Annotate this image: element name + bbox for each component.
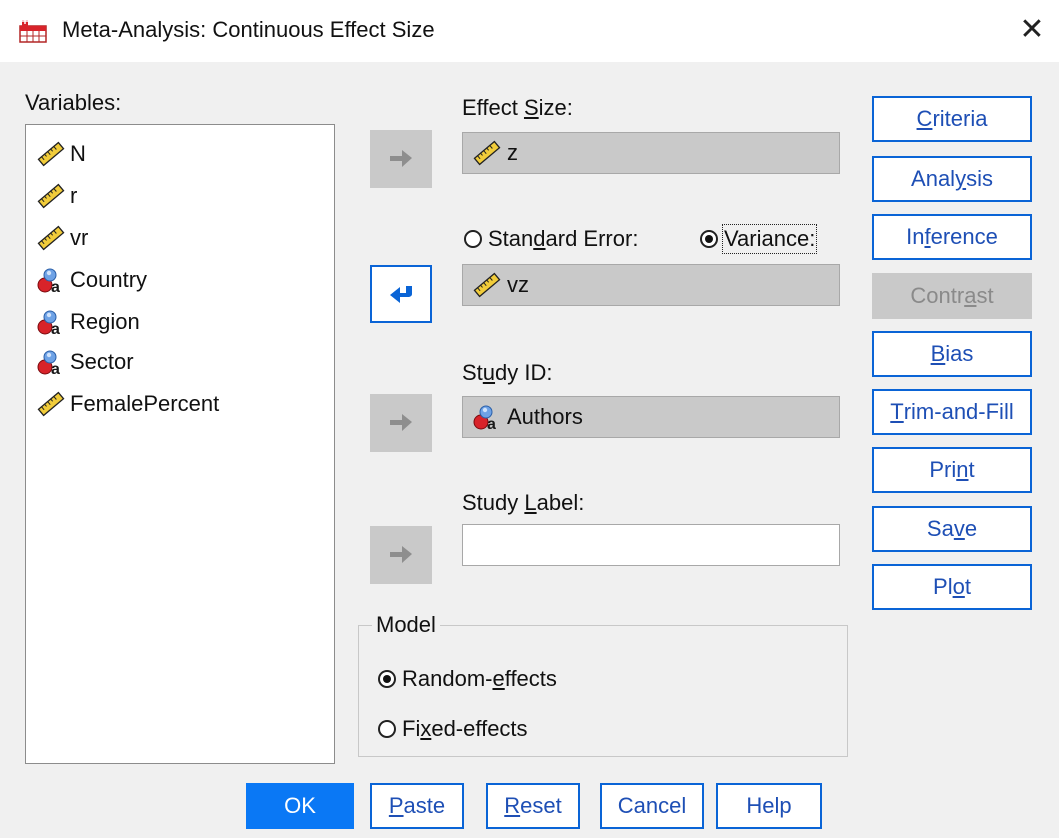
list-item[interactable]: vr xyxy=(36,223,88,253)
variables-label: Variables: xyxy=(25,90,122,115)
move-back-variance-button[interactable] xyxy=(370,265,432,323)
study-label-label: Study Label: xyxy=(462,490,585,515)
variance-value: vz xyxy=(507,272,529,297)
arrow-right-icon xyxy=(386,411,416,435)
list-item[interactable]: Sector xyxy=(36,347,134,377)
bias-button[interactable]: Bias xyxy=(872,331,1032,377)
variable-name: r xyxy=(70,183,78,208)
spss-dialog-icon xyxy=(19,18,47,43)
list-item[interactable]: FemalePercent xyxy=(36,389,219,419)
cancel-button[interactable]: Cancel xyxy=(600,783,704,829)
variance-radio[interactable]: Variance: xyxy=(700,224,818,254)
scale-ruler-icon xyxy=(471,271,503,299)
variance-label: Variance: xyxy=(721,224,818,254)
move-to-study-id-button[interactable] xyxy=(370,394,432,452)
study-id-label: Study ID: xyxy=(462,360,553,385)
list-item[interactable]: Region xyxy=(36,307,140,337)
scale-ruler-icon xyxy=(36,390,66,418)
effect-size-field[interactable]: z xyxy=(462,132,840,174)
study-id-value: Authors xyxy=(507,404,583,429)
scale-ruler-icon xyxy=(471,139,503,167)
trim-and-fill-button[interactable]: Trim-and-Fill xyxy=(872,389,1032,435)
list-item[interactable]: Country xyxy=(36,265,147,295)
variance-field[interactable]: vz xyxy=(462,264,840,306)
study-label-field[interactable] xyxy=(462,524,840,566)
analysis-button[interactable]: Anal y sis xyxy=(872,156,1032,202)
random-effects-label: Random-effects xyxy=(402,666,557,691)
random-effects-radio[interactable]: Random-effects xyxy=(378,666,557,692)
radio-unselected-icon xyxy=(378,720,396,738)
nominal-string-icon xyxy=(36,308,66,336)
ok-button[interactable]: OK xyxy=(246,783,354,829)
effect-size-label: Effect Size: xyxy=(462,95,573,120)
arrow-right-icon xyxy=(386,543,416,567)
contrast-button: Contr a st xyxy=(872,273,1032,319)
scale-ruler-icon xyxy=(36,224,66,252)
print-button[interactable]: Pri n t xyxy=(872,447,1032,493)
move-to-study-label-button[interactable] xyxy=(370,526,432,584)
window-title: Meta-Analysis: Continuous Effect Size xyxy=(62,17,435,42)
standard-error-label: Standard Error: xyxy=(488,226,639,251)
scale-ruler-icon xyxy=(36,140,66,168)
variable-name: vr xyxy=(70,225,89,250)
effect-size-value: z xyxy=(507,140,518,165)
title-bar: Meta-Analysis: Continuous Effect Size ✕ xyxy=(0,0,1059,62)
variable-name: Sector xyxy=(70,349,134,374)
variables-list[interactable]: N r vr Country Region Sector FemalePerce… xyxy=(25,124,335,764)
criteria-button[interactable]: Criteria xyxy=(872,96,1032,142)
nominal-string-icon xyxy=(36,266,66,294)
study-id-field[interactable]: Authors xyxy=(462,396,840,438)
radio-selected-icon xyxy=(378,670,396,688)
radio-selected-icon xyxy=(700,230,718,248)
move-to-effect-size-button[interactable] xyxy=(370,130,432,188)
arrow-back-icon xyxy=(386,282,416,306)
model-legend: Model xyxy=(372,612,440,638)
standard-error-radio[interactable]: Standard Error: xyxy=(464,226,638,252)
help-button[interactable]: Help xyxy=(716,783,822,829)
save-button[interactable]: Sa v e xyxy=(872,506,1032,552)
list-item[interactable]: N xyxy=(36,139,86,169)
scale-ruler-icon xyxy=(36,182,66,210)
plot-button[interactable]: Pl o t xyxy=(872,564,1032,610)
fixed-effects-label: Fixed-effects xyxy=(402,716,528,741)
nominal-string-icon xyxy=(471,403,503,431)
list-item[interactable]: r xyxy=(36,181,77,211)
paste-button[interactable]: Paste xyxy=(370,783,464,829)
variable-name: Region xyxy=(70,309,140,334)
reset-button[interactable]: Reset xyxy=(486,783,580,829)
radio-unselected-icon xyxy=(464,230,482,248)
variable-name: FemalePercent xyxy=(70,391,220,416)
nominal-string-icon xyxy=(36,348,66,376)
variable-name: N xyxy=(70,141,86,166)
fixed-effects-radio[interactable]: Fixed-effects xyxy=(378,716,528,742)
variable-name: Country xyxy=(70,267,148,292)
arrow-right-icon xyxy=(386,147,416,171)
close-icon[interactable]: ✕ xyxy=(1014,12,1050,48)
inference-button[interactable]: In f erence xyxy=(872,214,1032,260)
